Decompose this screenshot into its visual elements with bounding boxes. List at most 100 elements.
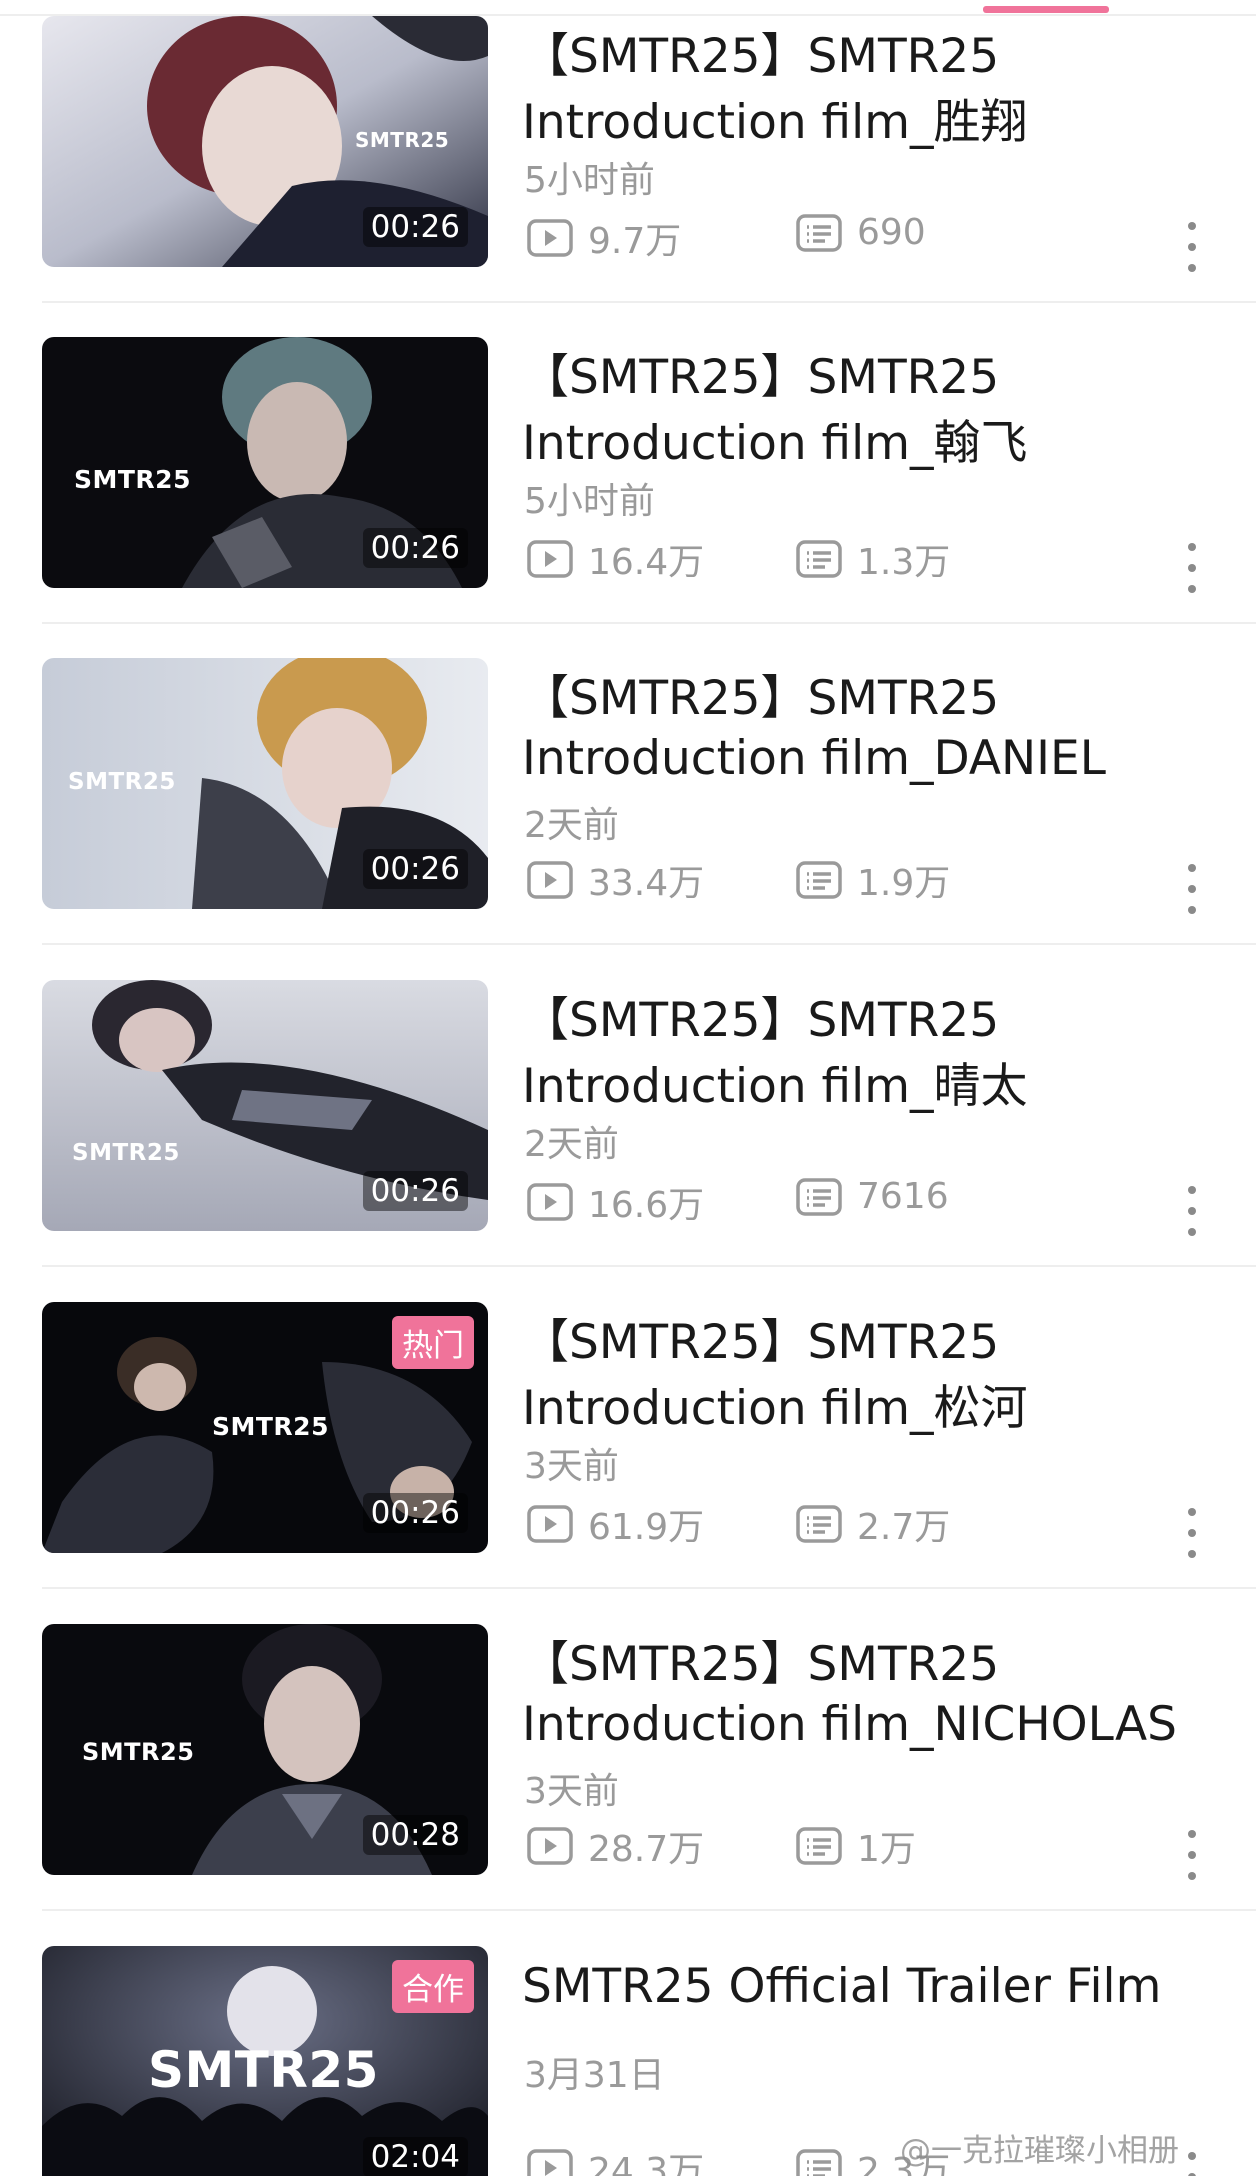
video-thumbnail[interactable]: SMTR25 00:26 <box>42 16 488 267</box>
thumbnail-brand-text: SMTR25 <box>212 1412 329 1441</box>
danmaku-count-icon <box>796 1177 842 1216</box>
video-date: 5小时前 <box>524 160 655 201</box>
video-duration: 00:26 <box>362 528 468 568</box>
danmaku-count-icon <box>796 1827 842 1865</box>
video-title[interactable]: 【SMTR25】SMTR25 Introduction film_晴太 <box>522 988 1212 1120</box>
video-title-line-2: Introduction film_NICHOLAS <box>522 1697 1177 1752</box>
video-title[interactable]: 【SMTR25】SMTR25 Introduction film_松河 <box>522 1310 1212 1442</box>
video-title[interactable]: 【SMTR25】SMTR25 Introduction film_翰飞 <box>522 345 1212 477</box>
view-count: 28.7万 <box>526 1820 704 1872</box>
danmaku-count-icon <box>796 540 842 578</box>
video-title-line-1: SMTR25 Official Trailer Film <box>522 1959 1162 2014</box>
view-count: 61.9万 <box>526 1498 704 1550</box>
video-duration: 00:26 <box>362 1171 468 1211</box>
video-title-line-2: Introduction film_松河 <box>522 1381 1028 1436</box>
video-thumbnail[interactable]: SMTR25 00:26 <box>42 980 488 1231</box>
view-count: 33.4万 <box>526 854 704 906</box>
more-vertical-icon[interactable] <box>1180 222 1204 272</box>
play-count-icon <box>527 219 573 257</box>
video-item[interactable]: SMTR25 00:26 【SMTR25】SMTR25 Introduction… <box>0 337 1256 658</box>
danmaku-count: 7616 <box>795 1176 949 1217</box>
video-date: 2天前 <box>524 805 619 846</box>
thumbnail-brand-text: SMTR25 <box>68 769 176 795</box>
video-duration: 00:26 <box>362 1493 468 1533</box>
video-item[interactable]: SMTR25 00:26 【SMTR25】SMTR25 Introduction… <box>0 658 1256 979</box>
thumbnail-brand-text: SMTR25 <box>72 1140 180 1166</box>
video-title-line-1: 【SMTR25】SMTR25 <box>522 29 1000 84</box>
more-vertical-icon[interactable] <box>1180 1508 1204 1558</box>
more-vertical-icon[interactable] <box>1180 1186 1204 1236</box>
video-title[interactable]: SMTR25 Official Trailer Film <box>522 1954 1212 2020</box>
danmaku-count-icon <box>796 213 842 252</box>
danmaku-count-icon <box>796 861 842 899</box>
active-tab-indicator <box>983 6 1109 13</box>
divider <box>42 943 1256 945</box>
video-list-page: SMTR25 00:26 【SMTR25】SMTR25 Introduction… <box>0 0 1256 2176</box>
video-title[interactable]: 【SMTR25】SMTR25 Introduction film_NICHOLA… <box>522 1632 1212 1758</box>
collab-badge: 合作 <box>392 1960 474 2013</box>
video-thumbnail[interactable]: SMTR25 热门 00:26 <box>42 1302 488 1553</box>
play-count-icon <box>527 861 573 899</box>
danmaku-count: 1.9万 <box>795 854 950 906</box>
video-thumbnail[interactable]: SMTR25 00:28 <box>42 1624 488 1875</box>
watermark: @一克拉璀璨小相册 <box>900 2133 1179 2169</box>
video-item[interactable]: SMTR25 00:26 【SMTR25】SMTR25 Introduction… <box>0 980 1256 1301</box>
video-title[interactable]: 【SMTR25】SMTR25 Introduction film_胜翔 <box>522 24 1212 156</box>
video-duration: 00:26 <box>362 207 468 247</box>
hot-badge: 热门 <box>392 1316 474 1369</box>
danmaku-count: 2.7万 <box>795 1498 950 1550</box>
divider <box>42 301 1256 303</box>
danmaku-count: 1万 <box>795 1820 916 1872</box>
video-date: 3天前 <box>524 1771 619 1812</box>
play-count-icon <box>527 540 573 578</box>
video-date: 3月31日 <box>524 2055 665 2096</box>
more-vertical-icon[interactable] <box>1180 864 1204 914</box>
video-duration: 02:04 <box>362 2137 468 2176</box>
video-duration: 00:26 <box>362 849 468 889</box>
danmaku-count: 690 <box>795 212 926 253</box>
divider <box>42 622 1256 624</box>
thumbnail-brand-text: SMTR25 <box>355 128 450 152</box>
thumbnail-brand-text: SMTR25 <box>148 2041 379 2099</box>
video-title-line-2: Introduction film_胜翔 <box>522 95 1028 150</box>
video-title-line-2: Introduction film_DANIEL <box>522 731 1106 786</box>
tab-bar-edge <box>0 0 1256 16</box>
thumbnail-brand-text: SMTR25 <box>82 1738 195 1766</box>
thumbnail-brand-text: SMTR25 <box>74 465 191 494</box>
divider <box>42 1909 1256 1911</box>
video-date: 5小时前 <box>524 481 655 522</box>
view-count: 16.4万 <box>526 533 704 585</box>
danmaku-count: 1.3万 <box>795 533 950 585</box>
view-count: 9.7万 <box>526 212 681 264</box>
video-item[interactable]: SMTR25 00:28 【SMTR25】SMTR25 Introduction… <box>0 1624 1256 1945</box>
video-date: 3天前 <box>524 1446 619 1487</box>
more-vertical-icon[interactable] <box>1180 1830 1204 1880</box>
video-item[interactable]: SMTR25 热门 00:26 【SMTR25】SMTR25 Introduct… <box>0 1302 1256 1623</box>
more-vertical-icon[interactable] <box>1180 543 1204 593</box>
divider <box>42 1587 1256 1589</box>
video-item[interactable]: SMTR25 00:26 【SMTR25】SMTR25 Introduction… <box>0 16 1256 337</box>
video-title-line-2: Introduction film_翰飞 <box>522 416 1028 471</box>
more-vertical-icon[interactable] <box>1180 2152 1204 2176</box>
danmaku-count-icon <box>796 1505 842 1543</box>
video-title-line-2: Introduction film_晴太 <box>522 1059 1028 1114</box>
video-title-line-1: 【SMTR25】SMTR25 <box>522 350 1000 405</box>
play-count-icon <box>527 1827 573 1865</box>
divider <box>42 1265 1256 1267</box>
video-title-line-1: 【SMTR25】SMTR25 <box>522 671 1000 726</box>
play-count-icon <box>527 1183 573 1221</box>
video-title-line-1: 【SMTR25】SMTR25 <box>522 1315 1000 1370</box>
video-thumbnail[interactable]: SMTR25 00:26 <box>42 658 488 909</box>
view-count: 24.3万 <box>526 2142 704 2176</box>
video-title[interactable]: 【SMTR25】SMTR25 Introduction film_DANIEL <box>522 666 1212 792</box>
view-count: 16.6万 <box>526 1176 704 1228</box>
video-title-line-1: 【SMTR25】SMTR25 <box>522 993 1000 1048</box>
danmaku-count-icon <box>796 2149 842 2176</box>
video-thumbnail[interactable]: SMTR25 合作 02:04 <box>42 1946 488 2176</box>
video-date: 2天前 <box>524 1124 619 1165</box>
play-count-icon <box>527 2149 573 2176</box>
play-count-icon <box>527 1505 573 1543</box>
video-duration: 00:28 <box>362 1815 468 1855</box>
video-title-line-1: 【SMTR25】SMTR25 <box>522 1637 1000 1692</box>
video-thumbnail[interactable]: SMTR25 00:26 <box>42 337 488 588</box>
